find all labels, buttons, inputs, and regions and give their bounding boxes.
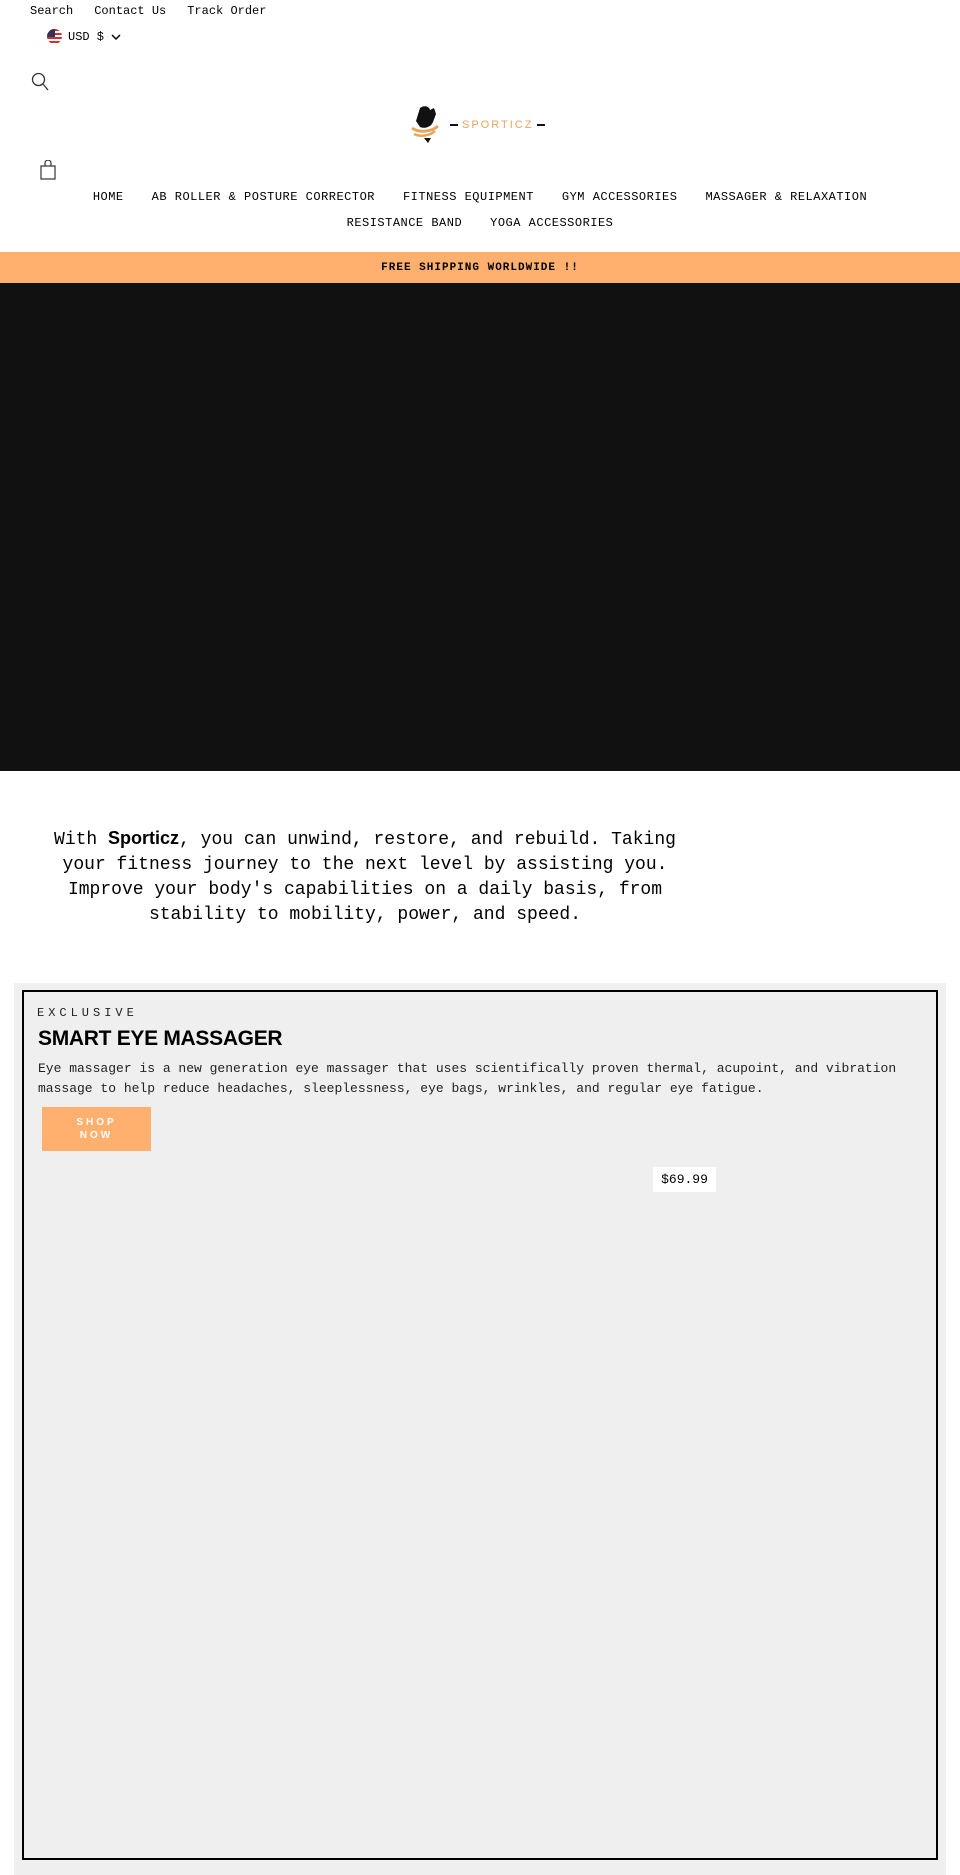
feature-description: Eye massager is a new generation eye mas… [38, 1061, 897, 1096]
shop-now-button[interactable]: SHOP NOW [42, 1107, 151, 1151]
feature-title: SMART EYE MASSAGER [38, 1027, 283, 1050]
us-flag-icon [47, 29, 62, 44]
nav-yoga-accessories[interactable]: YOGA ACCESSORIES [490, 216, 613, 230]
search-link[interactable]: Search [30, 4, 73, 18]
announcement-banner: FREE SHIPPING WORLDWIDE !! [0, 252, 960, 283]
cart-icon[interactable] [40, 160, 56, 180]
logo-text: SPORTICZ [462, 119, 534, 131]
main-nav: HOME AB ROLLER & POSTURE CORRECTOR FITNE… [0, 190, 960, 204]
search-icon[interactable] [31, 72, 49, 92]
currency-label: USD $ [68, 29, 105, 44]
featured-product-section [14, 983, 946, 1875]
nav-massager[interactable]: MASSAGER & RELAXATION [705, 190, 867, 204]
price-tag: $69.99 [653, 1167, 716, 1192]
feature-eyebrow: EXCLUSIVE [37, 1006, 138, 1020]
currency-selector[interactable]: USD $ [47, 29, 122, 44]
nav-gym-accessories[interactable]: GYM ACCESSORIES [562, 190, 678, 204]
shop-now-label: SHOP NOW [76, 1117, 117, 1141]
logo-athlete-icon [411, 106, 440, 143]
contact-us-link[interactable]: Contact Us [94, 4, 166, 18]
nav-resistance-band[interactable]: RESISTANCE BAND [347, 216, 463, 230]
chevron-down-icon [111, 33, 121, 40]
banner-text: FREE SHIPPING WORLDWIDE !! [381, 261, 579, 274]
intro-brand: Sporticz [108, 828, 180, 848]
nav-ab-roller[interactable]: AB ROLLER & POSTURE CORRECTOR [152, 190, 375, 204]
nav-home[interactable]: HOME [93, 190, 124, 204]
main-nav-row2: RESISTANCE BAND YOGA ACCESSORIES [0, 216, 960, 230]
intro-pre: With [54, 830, 109, 850]
top-links: Search Contact Us Track Order [30, 4, 266, 18]
nav-fitness-equipment[interactable]: FITNESS EQUIPMENT [403, 190, 534, 204]
track-order-link[interactable]: Track Order [187, 4, 266, 18]
logo[interactable]: SPORTICZ [410, 104, 546, 146]
feature-frame [22, 990, 938, 1860]
hero-video[interactable] [0, 283, 960, 771]
intro-text: With Sporticz, you can unwind, restore, … [40, 826, 690, 928]
